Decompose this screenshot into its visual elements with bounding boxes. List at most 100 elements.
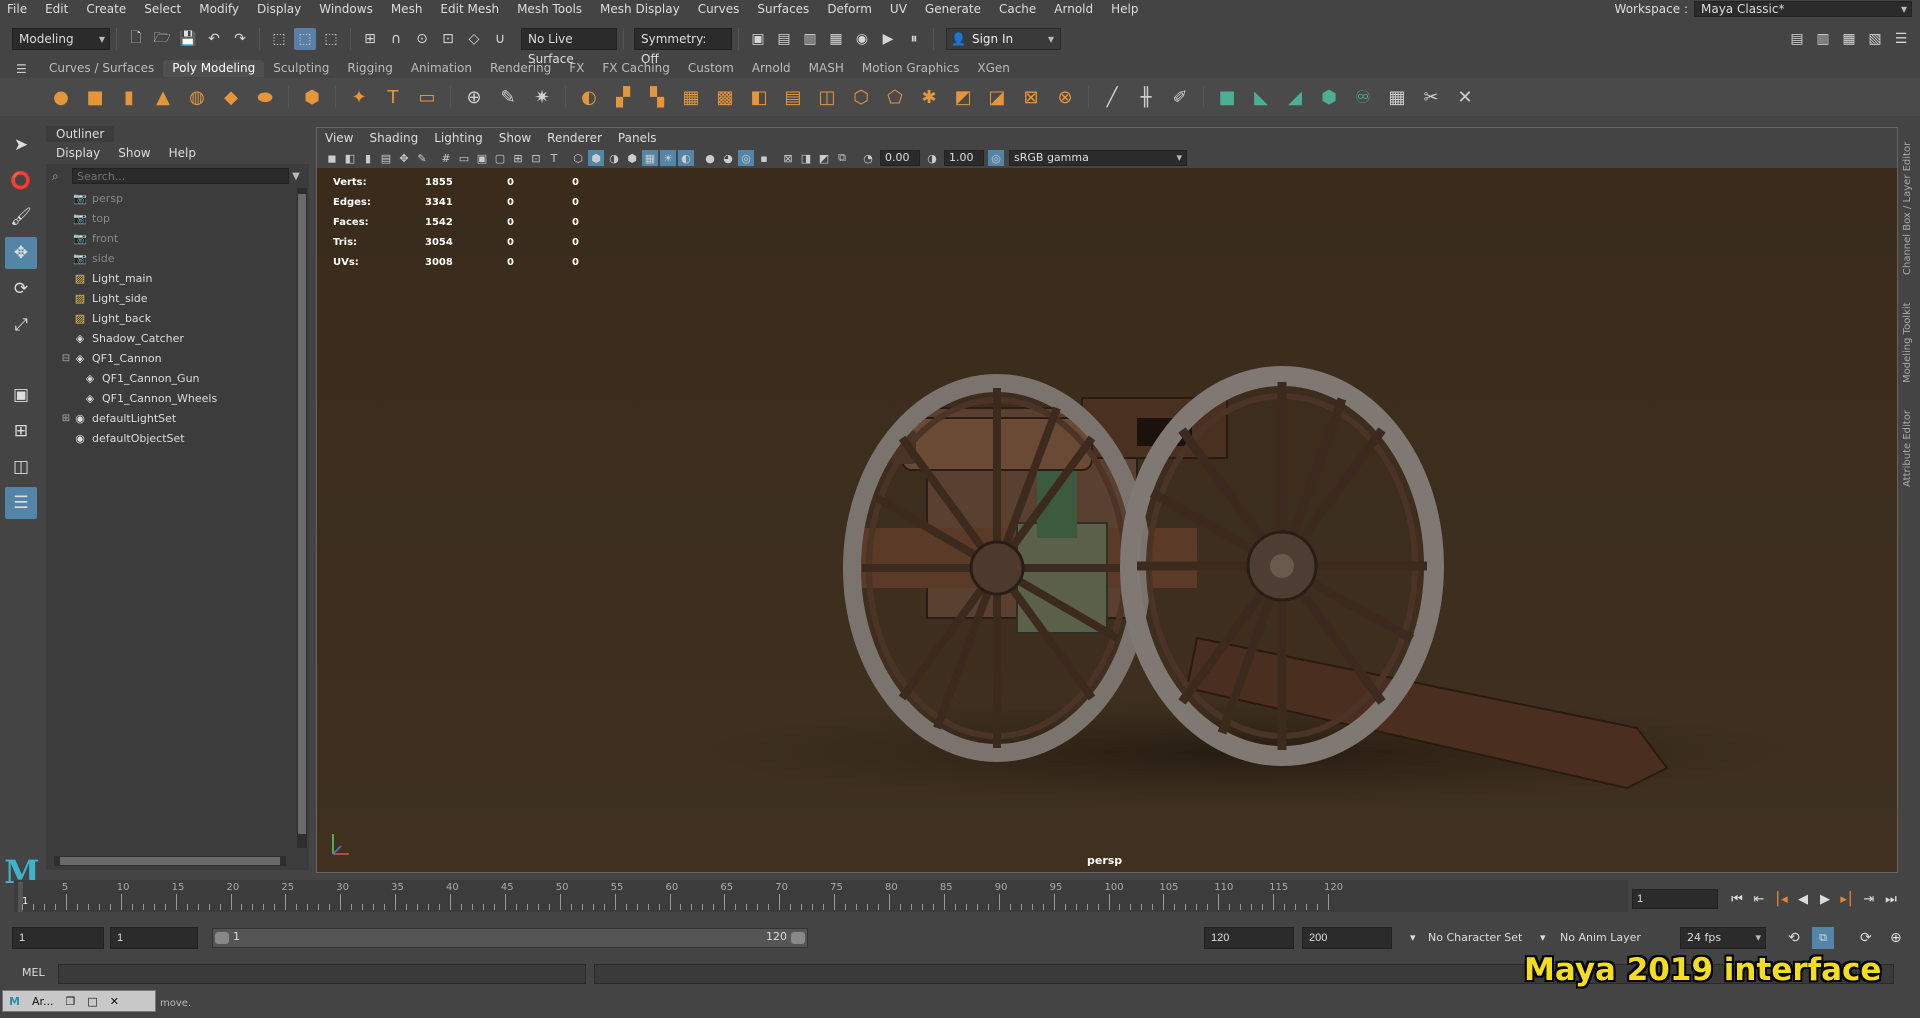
two-d-pan-icon[interactable]: ✥ <box>396 150 412 166</box>
viewport-scene[interactable] <box>317 168 1897 872</box>
workspace-dropdown[interactable]: Maya Classic* <box>1694 1 1912 17</box>
list-item[interactable]: 📷 persp <box>46 188 294 208</box>
single-perspective-layout-icon[interactable]: ▣ <box>5 379 37 411</box>
menu-uv[interactable]: UV <box>880 2 915 16</box>
menu-select[interactable]: Select <box>134 2 189 16</box>
filter-icon[interactable]: ⌕ <box>52 169 66 183</box>
xray-icon[interactable]: ◨ <box>798 150 814 166</box>
render-frame-icon[interactable]: ▤ <box>773 28 795 50</box>
list-item[interactable]: ◈ Shadow_Catcher <box>46 328 294 348</box>
redo-icon[interactable]: ↷ <box>229 28 251 50</box>
tab-poly-modeling[interactable]: Poly Modeling <box>163 60 265 77</box>
list-item[interactable]: ◈ QF1_Cannon_Wheels <box>46 388 294 408</box>
menu-arnold[interactable]: Arnold <box>1044 2 1101 16</box>
menu-create[interactable]: Create <box>76 2 134 16</box>
poly-torus-icon[interactable]: ◍ <box>182 82 212 112</box>
motion-blur-icon[interactable]: ◕ <box>720 150 736 166</box>
automatic-mapping-icon[interactable]: ⬢ <box>1314 82 1344 112</box>
mel-label[interactable]: MEL <box>22 966 45 979</box>
bevel-icon[interactable]: ⬡ <box>846 82 876 112</box>
outliner-menu-show[interactable]: Show <box>108 146 158 160</box>
select-component-icon[interactable]: ⬚ <box>320 28 342 50</box>
outliner-search-input[interactable] <box>72 168 289 184</box>
snap-curve-icon[interactable]: ∩ <box>385 28 407 50</box>
poly-type-icon[interactable]: T <box>378 82 408 112</box>
safe-action-icon[interactable]: ⊡ <box>528 150 544 166</box>
fps-dropdown[interactable]: 24 fps ▾ <box>1680 927 1766 949</box>
attribute-editor-tab[interactable]: Attribute Editor <box>1902 410 1913 487</box>
gamma-icon[interactable]: ◑ <box>924 150 940 166</box>
sign-in-button[interactable]: 👤 Sign In ▾ <box>946 28 1061 50</box>
sew-uv-icon[interactable]: ✕ <box>1450 82 1480 112</box>
step-forward-key-icon[interactable]: ⇥ <box>1858 888 1880 910</box>
play-forwards-icon[interactable]: ▶ <box>1814 888 1836 910</box>
xray-joints-icon[interactable]: ◩ <box>816 150 832 166</box>
target-weld-icon[interactable]: ✐ <box>1165 82 1195 112</box>
restore-icon[interactable]: ❐ <box>65 995 75 1008</box>
outliner-vertical-scrollbar[interactable] <box>297 188 307 848</box>
two-pane-layout-icon[interactable]: ◫ <box>5 451 37 483</box>
fill-hole-icon[interactable]: ◩ <box>948 82 978 112</box>
platonic-solid-icon[interactable]: ⬢ <box>297 82 327 112</box>
viewport-menu-shading[interactable]: Shading <box>361 131 426 145</box>
default-material-icon[interactable]: ◑ <box>606 150 622 166</box>
wedge-icon[interactable]: ⬠ <box>880 82 910 112</box>
auto-key-icon[interactable]: ⧉ <box>1812 927 1834 949</box>
minimized-window-bar[interactable]: M Ar... ❐ □ ✕ <box>2 990 156 1012</box>
outliner-horizontal-scrollbar[interactable] <box>54 856 286 866</box>
list-item[interactable]: 📷 side <box>46 248 294 268</box>
rotate-tool-icon[interactable]: ⟳ <box>5 273 37 305</box>
menu-surfaces[interactable]: Surfaces <box>747 2 817 16</box>
viewport-menu-view[interactable]: View <box>317 131 361 145</box>
color-space-dropdown[interactable]: sRGB gamma ▾ <box>1009 150 1187 166</box>
snap-magnet-icon[interactable]: ∪ <box>489 28 511 50</box>
go-to-start-icon[interactable]: ⏮ <box>1726 888 1748 910</box>
preferences-icon[interactable]: ⟳ <box>1860 927 1872 949</box>
new-scene-icon[interactable]: 🗋 <box>125 28 147 50</box>
channel-box-tab[interactable]: Channel Box / Layer Editor <box>1902 142 1913 275</box>
shadows-icon[interactable]: ◐ <box>678 150 694 166</box>
arnold-render-icon[interactable]: ▶ <box>877 28 899 50</box>
symmetry-dropdown[interactable]: Symmetry: Off <box>634 28 732 66</box>
extrude-icon[interactable]: ◫ <box>812 82 842 112</box>
cylindrical-mapping-icon[interactable]: ◣ <box>1246 82 1276 112</box>
film-gate-icon[interactable]: ▭ <box>456 150 472 166</box>
tab-mash[interactable]: MASH <box>800 60 853 77</box>
list-item[interactable]: ⊞ ◉ defaultLightSet <box>46 408 294 428</box>
bookmark-icon[interactable]: ▮ <box>360 150 376 166</box>
scale-tool-icon[interactable]: ⤢ <box>5 309 37 341</box>
undo-icon[interactable]: ↶ <box>203 28 225 50</box>
list-item[interactable]: ⊟ ◈ QF1_Cannon <box>46 348 294 368</box>
list-item[interactable]: ▨ Light_main <box>46 268 294 288</box>
image-plane-icon[interactable]: ▤ <box>378 150 394 166</box>
safe-title-icon[interactable]: T <box>546 150 562 166</box>
uv-layout-icon[interactable]: ♾ <box>1348 82 1378 112</box>
tool-settings-toggle-icon[interactable]: ▦ <box>1838 28 1860 50</box>
bridge-icon[interactable]: ▤ <box>778 82 808 112</box>
exposure-icon[interactable]: ◔ <box>860 150 876 166</box>
menu-mesh-display[interactable]: Mesh Display <box>590 2 688 16</box>
snap-grid-icon[interactable]: ⊞ <box>359 28 381 50</box>
go-to-end-icon[interactable]: ⏭ <box>1880 888 1902 910</box>
menu-generate[interactable]: Generate <box>915 2 989 16</box>
select-tool-icon[interactable]: ➤ <box>5 129 37 161</box>
poly-cone-icon[interactable]: ▲ <box>148 82 178 112</box>
menu-deform[interactable]: Deform <box>817 2 880 16</box>
cut-uv-icon[interactable]: ✂ <box>1416 82 1446 112</box>
chevron-down-icon[interactable]: ▼ <box>289 171 303 182</box>
quad-draw-icon[interactable]: ✎ <box>493 82 523 112</box>
start-time-field[interactable] <box>12 927 104 949</box>
boolean-icon[interactable]: ▩ <box>710 82 740 112</box>
render-settings-icon[interactable]: ▦ <box>825 28 847 50</box>
extract-icon[interactable]: ▚ <box>642 82 672 112</box>
range-start-handle[interactable] <box>215 932 229 944</box>
tab-fx-caching[interactable]: FX Caching <box>593 60 678 77</box>
tab-xgen[interactable]: XGen <box>968 60 1019 77</box>
smooth-shade-icon[interactable]: ⬢ <box>588 150 604 166</box>
range-slider[interactable]: 1 120 <box>212 928 808 948</box>
outliner-menu-help[interactable]: Help <box>159 146 204 160</box>
poly-cube-icon[interactable]: ■ <box>80 82 110 112</box>
mirror-icon[interactable]: ◧ <box>744 82 774 112</box>
multi-cut-icon[interactable]: ╱ <box>1097 82 1127 112</box>
field-chart-icon[interactable]: ⊞ <box>510 150 526 166</box>
